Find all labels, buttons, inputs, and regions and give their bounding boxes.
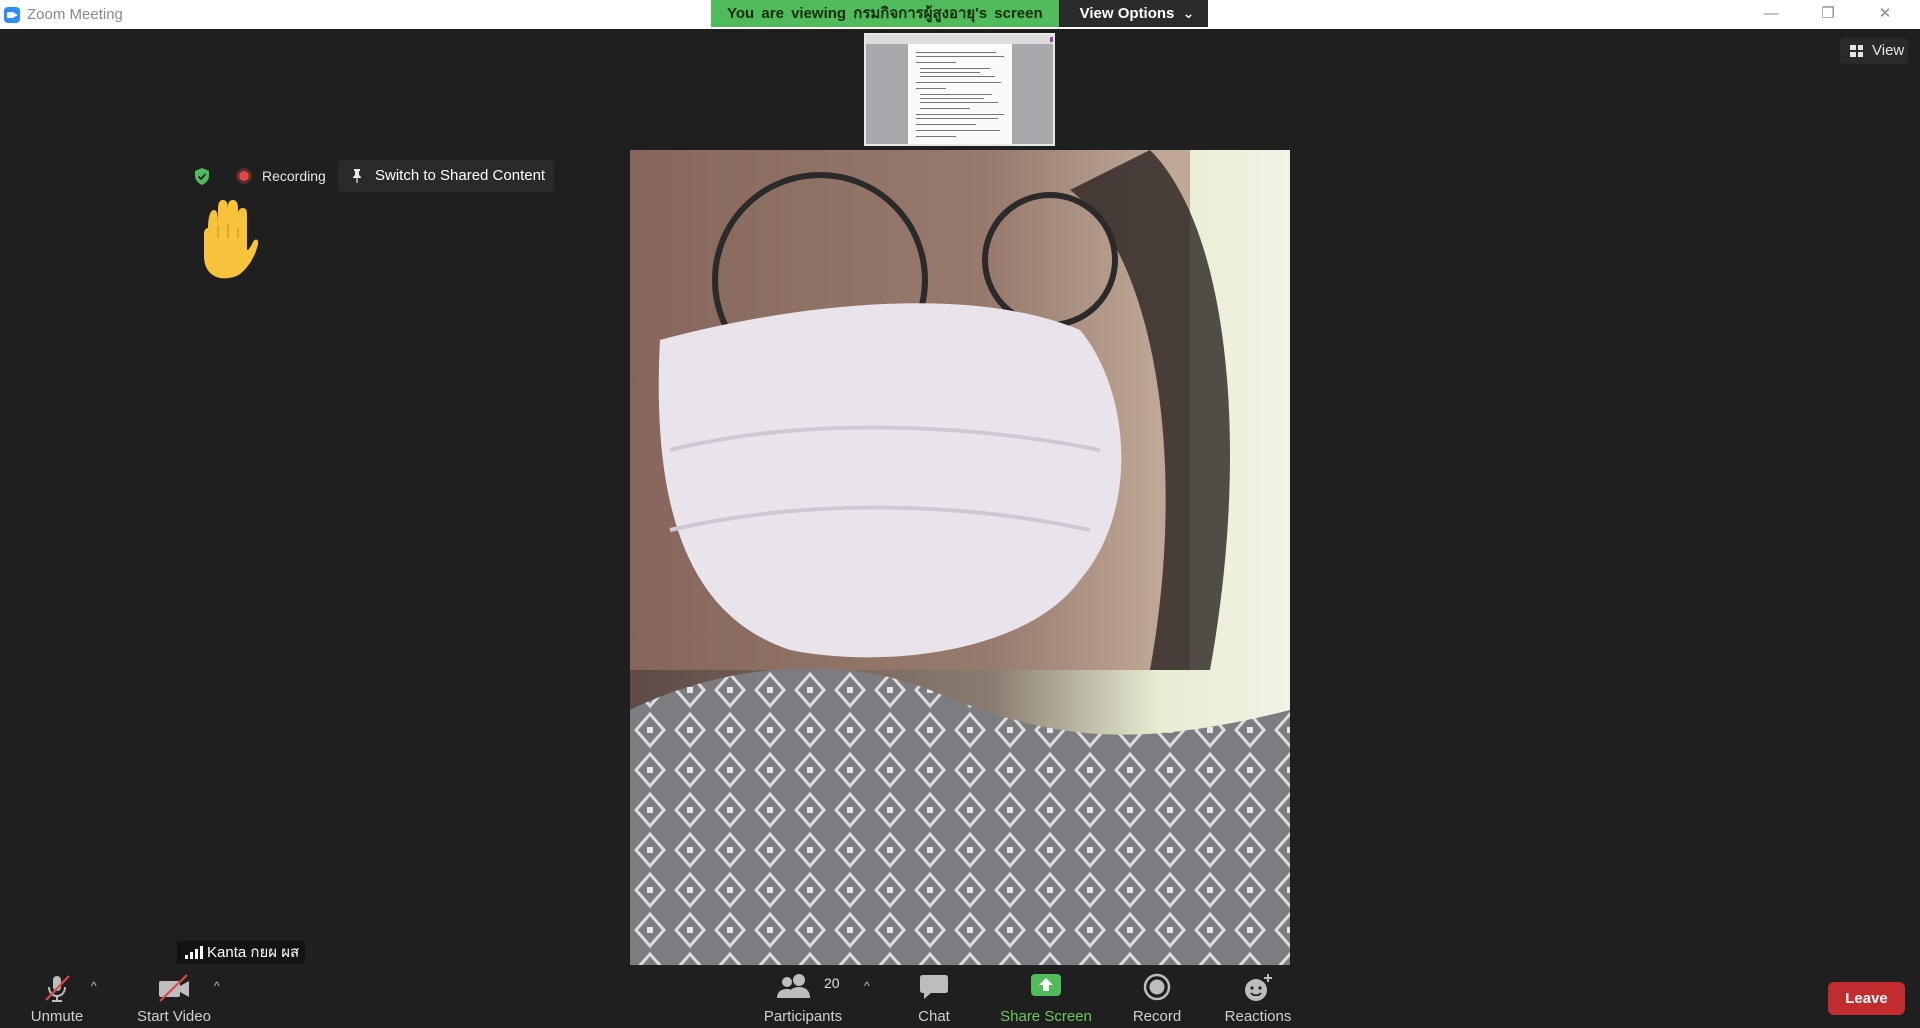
chevron-down-icon: ⌄ bbox=[1182, 5, 1195, 21]
share-banner: You are viewing กรมกิจการผู้สูงอายุ's sc… bbox=[711, 0, 1209, 27]
thumbnail-accent bbox=[1050, 37, 1053, 42]
view-label: View bbox=[1872, 42, 1905, 59]
audio-options-caret[interactable]: ^ bbox=[91, 979, 103, 993]
participant-video[interactable] bbox=[630, 150, 1290, 965]
meeting-status: Recording bbox=[190, 160, 326, 192]
switch-to-shared-content-button[interactable]: Switch to Shared Content bbox=[338, 160, 554, 192]
unmute-label: Unmute bbox=[30, 1008, 84, 1025]
view-options-label: View Options bbox=[1079, 5, 1175, 22]
signal-bars-icon bbox=[185, 946, 203, 959]
viewing-label: You are viewing กรมกิจการผู้สูงอายุ's sc… bbox=[711, 0, 1059, 27]
chat-button[interactable]: Chat bbox=[904, 965, 964, 1028]
video-options-caret[interactable]: ^ bbox=[214, 979, 226, 993]
record-button[interactable]: Record bbox=[1124, 965, 1190, 1028]
participants-label: Participants bbox=[763, 1008, 843, 1025]
chat-icon bbox=[920, 975, 948, 999]
unmute-button[interactable]: Unmute bbox=[22, 965, 92, 1028]
view-options-button[interactable]: View Options ⌄ bbox=[1058, 0, 1209, 27]
zoom-app-icon bbox=[4, 7, 20, 23]
chat-label: Chat bbox=[918, 1008, 950, 1025]
participant-name-tag: Kanta กยผ ผส bbox=[177, 941, 306, 964]
video-frame bbox=[630, 150, 1290, 965]
start-video-label: Start Video bbox=[137, 1008, 211, 1025]
record-label: Record bbox=[1132, 1008, 1182, 1025]
participants-icon bbox=[777, 974, 810, 998]
share-screen-icon bbox=[1031, 974, 1061, 996]
participants-options-caret[interactable]: ^ bbox=[864, 979, 876, 993]
muted-mic-icon bbox=[45, 975, 70, 1002]
meeting-toolbar: Unmute ^ Start Video ^ 20 Participants ^… bbox=[0, 965, 1920, 1028]
view-button[interactable]: View bbox=[1840, 38, 1908, 64]
raised-hand-icon bbox=[204, 200, 259, 279]
switch-label: Switch to Shared Content bbox=[375, 167, 546, 184]
pin-icon bbox=[353, 169, 361, 183]
participants-count: 20 bbox=[824, 975, 840, 991]
shield-check-icon[interactable] bbox=[194, 167, 210, 185]
reactions-button[interactable]: Reactions bbox=[1218, 965, 1298, 1028]
participants-button[interactable]: 20 Participants bbox=[758, 965, 848, 1028]
video-off-icon bbox=[159, 974, 189, 1002]
minimize-button[interactable]: — bbox=[1748, 2, 1794, 26]
leave-button[interactable]: Leave bbox=[1828, 982, 1905, 1015]
window-title: Zoom Meeting bbox=[27, 6, 123, 23]
thumbnail-ribbon bbox=[866, 35, 1053, 44]
share-screen-label: Share Screen bbox=[1000, 1008, 1092, 1025]
participant-name: Kanta กยผ ผส bbox=[207, 944, 300, 961]
share-screen-button[interactable]: Share Screen bbox=[996, 965, 1096, 1028]
record-dot-icon bbox=[236, 168, 252, 184]
reactions-icon bbox=[1245, 974, 1272, 1001]
close-button[interactable]: ✕ bbox=[1862, 2, 1908, 26]
recording-label: Recording bbox=[262, 168, 326, 184]
thumbnail-document-page bbox=[908, 44, 1012, 144]
grid-view-icon bbox=[1850, 45, 1863, 57]
start-video-button[interactable]: Start Video bbox=[128, 965, 220, 1028]
record-icon bbox=[1143, 973, 1171, 1001]
reactions-label: Reactions bbox=[1224, 1008, 1292, 1025]
shared-screen-thumbnail[interactable] bbox=[864, 33, 1055, 146]
restore-button[interactable]: ❐ bbox=[1805, 2, 1851, 26]
